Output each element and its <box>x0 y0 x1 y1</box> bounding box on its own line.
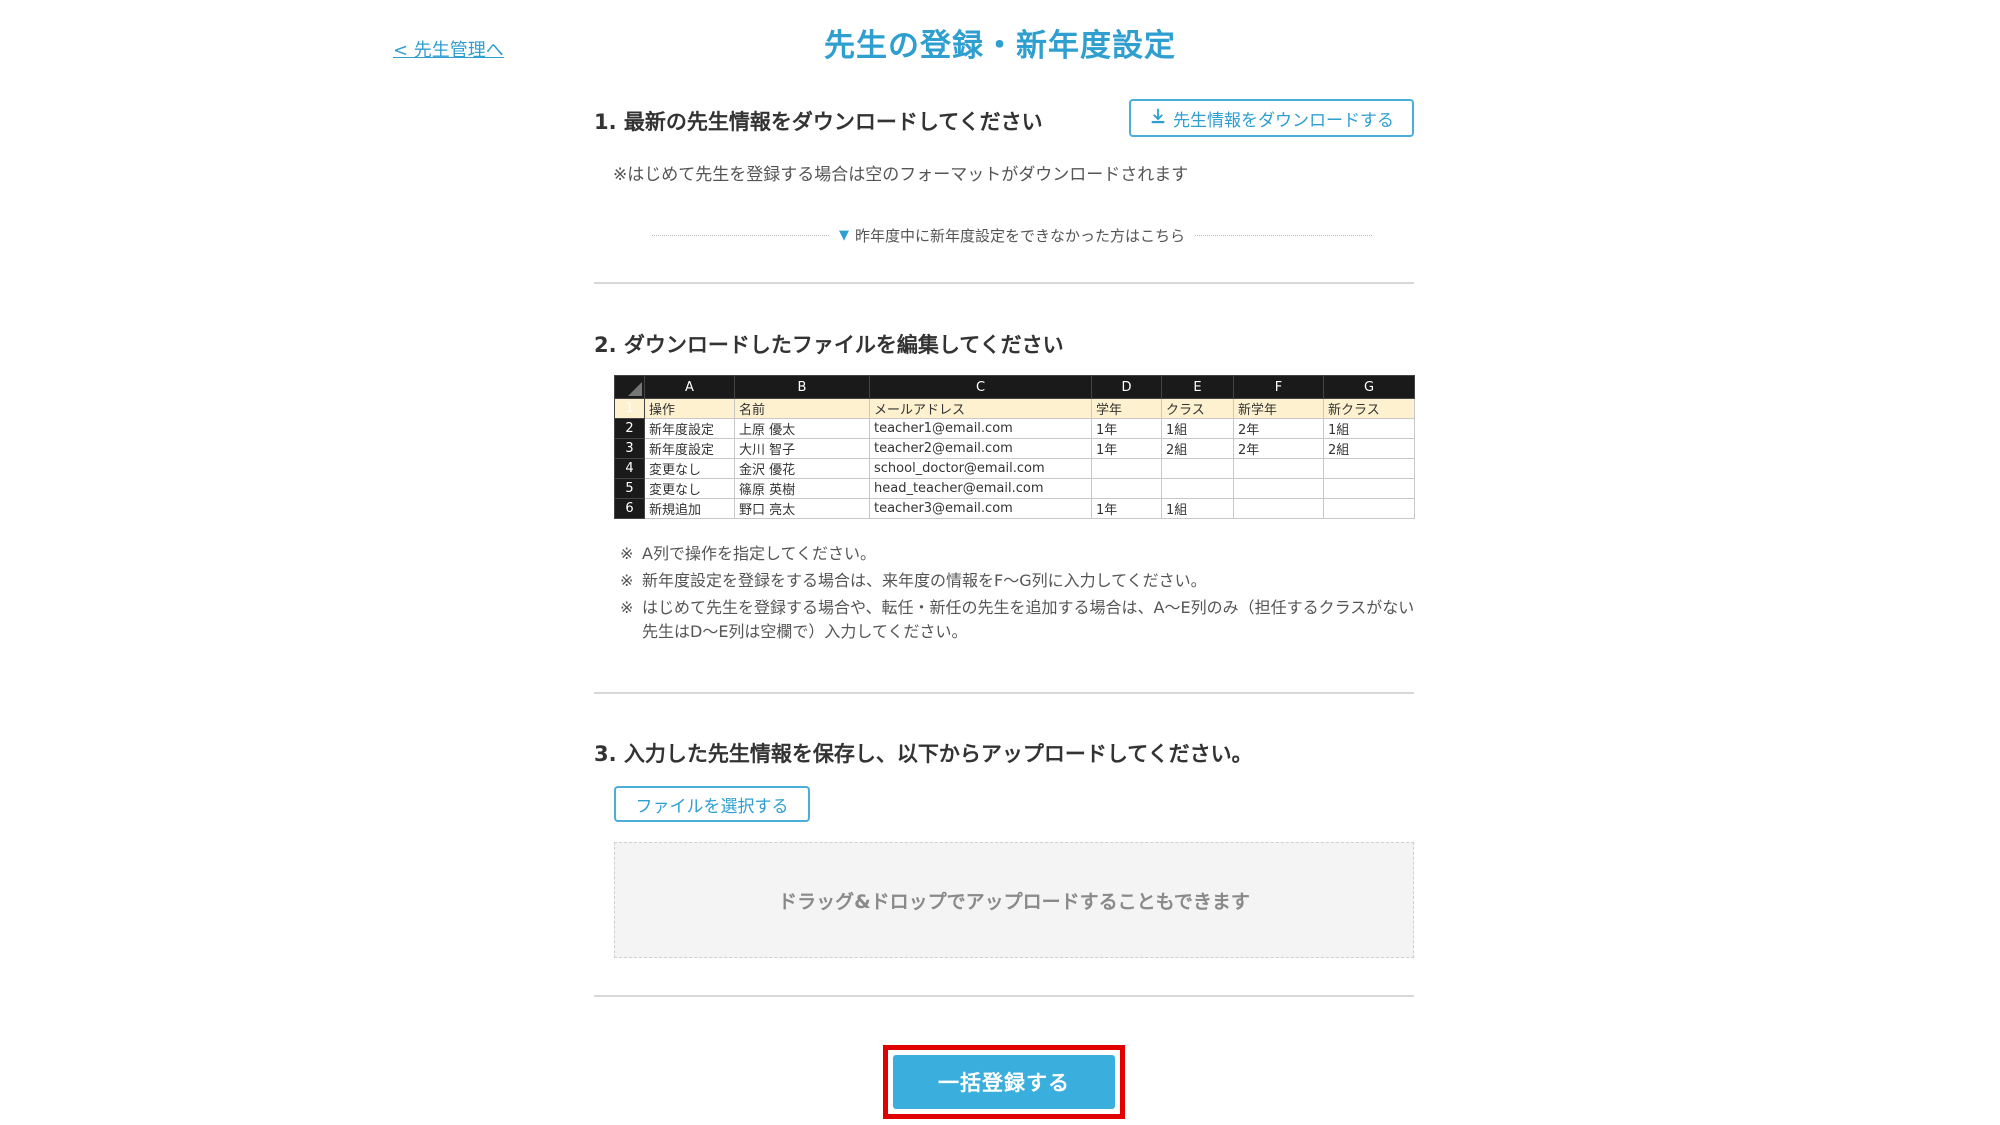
sheet-column-header: D <box>1091 375 1162 399</box>
download-teacher-info-button[interactable]: 先生情報をダウンロードする <box>1129 99 1414 137</box>
sheet-cell: teacher1@email.com <box>869 418 1092 439</box>
note-text: A列で操作を指定してください。 <box>642 544 876 563</box>
step2-notes: ※ A列で操作を指定してください。 ※ 新年度設定を登録をする場合は、来年度の情… <box>620 542 1420 647</box>
note-mark: ※ <box>620 544 634 563</box>
dropzone-label: ドラッグ&ドロップでアップロードすることもできます <box>778 890 1250 913</box>
sheet-row-number: 2 <box>614 418 645 439</box>
sheet-column-header-row: A B C D E F G <box>614 375 1415 399</box>
sheet-cell: 2組 <box>1323 438 1415 459</box>
sheet-row-number: 5 <box>614 478 645 499</box>
sheet-cell: 操作 <box>644 398 735 419</box>
toggle-divider-left <box>652 234 829 236</box>
sheet-column-header: C <box>869 375 1092 399</box>
sheet-row-number: 6 <box>614 498 645 519</box>
sheet-cell: 2年 <box>1233 418 1324 439</box>
sheet-cell: 2年 <box>1233 438 1324 459</box>
sheet-cell: 1年 <box>1091 418 1162 439</box>
section-divider <box>594 282 1414 284</box>
sheet-cell <box>1091 478 1162 499</box>
sheet-row: 5 変更なし 篠原 英樹 head_teacher@email.com <box>614 478 1415 499</box>
spreadsheet-example: A B C D E F G 1 操作 名前 メールアドレス 学年 クラス 新学年… <box>614 375 1415 519</box>
sheet-cell: 学年 <box>1091 398 1162 419</box>
toggle-content: ▼ 昨年度中に新年度設定をできなかった方はこちら <box>839 225 1185 246</box>
sheet-cell: 篠原 英樹 <box>734 478 870 499</box>
sheet-cell: クラス <box>1161 398 1234 419</box>
sheet-column-header: B <box>734 375 870 399</box>
sheet-cell <box>1323 458 1415 479</box>
note-mark: ※ <box>620 571 634 591</box>
select-file-button[interactable]: ファイルを選択する <box>614 786 810 822</box>
sheet-cell <box>1233 498 1324 519</box>
step2-title: 2. ダウンロードしたファイルを編集してください <box>594 333 1064 357</box>
sheet-cell: 新学年 <box>1233 398 1324 419</box>
sheet-row: 2 新年度設定 上原 優太 teacher1@email.com 1年 1組 2… <box>614 418 1415 439</box>
sheet-corner <box>614 375 645 399</box>
sheet-cell: 1年 <box>1091 438 1162 459</box>
sheet-cell: 1組 <box>1323 418 1415 439</box>
page-title: 先生の登録・新年度設定 <box>824 28 1176 64</box>
section-divider <box>594 995 1414 997</box>
sheet-cell: teacher2@email.com <box>869 438 1092 459</box>
download-icon <box>1149 107 1167 130</box>
sheet-cell: school_doctor@email.com <box>869 458 1092 479</box>
toggle-label: 昨年度中に新年度設定をできなかった方はこちら <box>855 226 1186 245</box>
section-divider <box>594 692 1414 694</box>
previous-year-toggle[interactable]: ▼ 昨年度中に新年度設定をできなかった方はこちら <box>652 224 1373 246</box>
sheet-cell <box>1091 458 1162 479</box>
bulk-register-button[interactable]: 一括登録する <box>893 1055 1115 1109</box>
sheet-cell: 1年 <box>1091 498 1162 519</box>
sheet-cell: 野口 亮太 <box>734 498 870 519</box>
upload-dropzone[interactable]: ドラッグ&ドロップでアップロードすることもできます <box>614 842 1414 958</box>
sheet-cell: 名前 <box>734 398 870 419</box>
note-text: はじめて先生を登録する場合や、転任・新任の先生を追加する場合は、A～E列のみ（担… <box>642 598 1415 641</box>
sheet-column-header: F <box>1233 375 1324 399</box>
toggle-divider-right <box>1195 234 1373 236</box>
sheet-column-header: G <box>1323 375 1415 399</box>
sheet-cell: 大川 智子 <box>734 438 870 459</box>
sheet-cell <box>1323 498 1415 519</box>
sheet-row: 4 変更なし 金沢 優花 school_doctor@email.com <box>614 458 1415 479</box>
step1-title: 1. 最新の先生情報をダウンロードしてください <box>594 110 1043 134</box>
download-button-label: 先生情報をダウンロードする <box>1173 110 1394 131</box>
sheet-cell <box>1161 478 1234 499</box>
sheet-cell <box>1323 478 1415 499</box>
sheet-cell: 新クラス <box>1323 398 1415 419</box>
sheet-row-number: 4 <box>614 458 645 479</box>
step2-note: ※ 新年度設定を登録をする場合は、来年度の情報をF～G列に入力してください。 <box>620 569 1420 592</box>
sheet-cell: head_teacher@email.com <box>869 478 1092 499</box>
step2-note: ※ A列で操作を指定してください。 <box>620 542 1420 565</box>
sheet-cell: メールアドレス <box>869 398 1092 419</box>
sheet-row-number: 3 <box>614 438 645 459</box>
sheet-row: 1 操作 名前 メールアドレス 学年 クラス 新学年 新クラス <box>614 398 1415 419</box>
sheet-cell: 新規追加 <box>644 498 735 519</box>
note-mark: ※ <box>620 598 634 618</box>
step1-note: ※はじめて先生を登録する場合は空のフォーマットがダウンロードされます <box>613 165 1189 185</box>
sheet-cell <box>1233 458 1324 479</box>
sheet-cell: 新年度設定 <box>644 438 735 459</box>
sheet-cell <box>1233 478 1324 499</box>
triangle-down-icon: ▼ <box>839 227 849 243</box>
sheet-cell: 変更なし <box>644 458 735 479</box>
sheet-row: 3 新年度設定 大川 智子 teacher2@email.com 1年 2組 2… <box>614 438 1415 459</box>
sheet-column-header: E <box>1161 375 1234 399</box>
back-to-teacher-management-link[interactable]: < 先生管理へ <box>393 36 504 62</box>
sheet-cell: 変更なし <box>644 478 735 499</box>
sheet-cell <box>1161 458 1234 479</box>
sheet-row-number: 1 <box>614 398 645 419</box>
step3-title: 3. 入力した先生情報を保存し、以下からアップロードしてください。 <box>594 742 1253 766</box>
sheet-cell: 新年度設定 <box>644 418 735 439</box>
step2-note: ※ はじめて先生を登録する場合や、転任・新任の先生を追加する場合は、A～E列のみ… <box>620 596 1420 642</box>
sheet-cell: 1組 <box>1161 498 1234 519</box>
sheet-row: 6 新規追加 野口 亮太 teacher3@email.com 1年 1組 <box>614 498 1415 519</box>
note-text: 新年度設定を登録をする場合は、来年度の情報をF～G列に入力してください。 <box>642 571 1207 591</box>
sheet-cell: 上原 優太 <box>734 418 870 439</box>
sheet-cell: teacher3@email.com <box>869 498 1092 519</box>
sheet-cell: 2組 <box>1161 438 1234 459</box>
sheet-cell: 金沢 優花 <box>734 458 870 479</box>
sheet-column-header: A <box>644 375 735 399</box>
sheet-cell: 1組 <box>1161 418 1234 439</box>
